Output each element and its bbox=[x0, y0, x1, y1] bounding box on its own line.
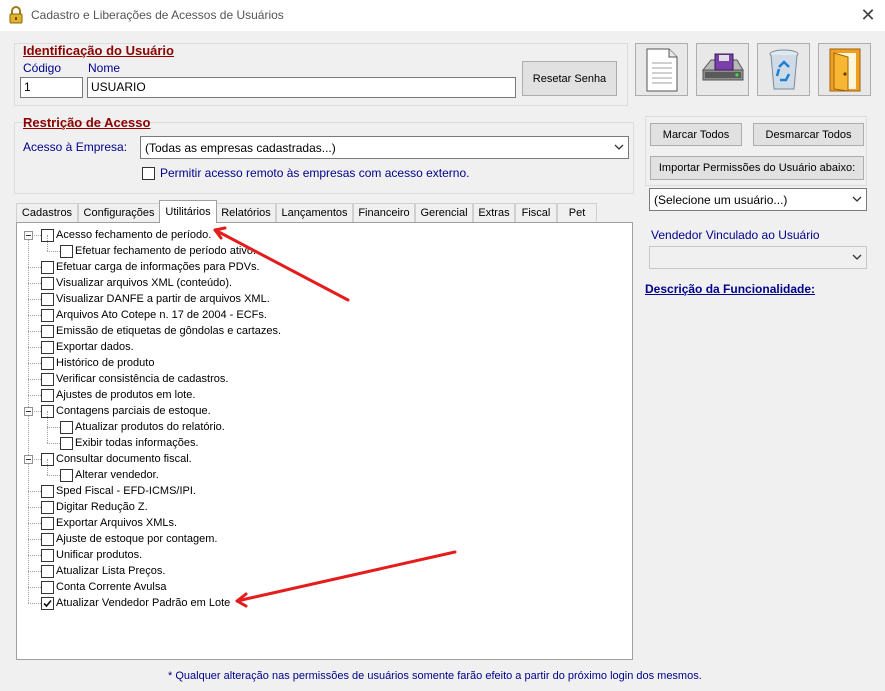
annotation-arrow bbox=[213, 226, 350, 302]
collapse-toggle[interactable] bbox=[24, 407, 33, 416]
annotation-arrow bbox=[235, 550, 457, 608]
collapse-toggle[interactable] bbox=[24, 231, 33, 240]
annotation-arrows bbox=[213, 226, 457, 608]
collapse-toggle[interactable] bbox=[24, 455, 33, 464]
tab-utilitarios[interactable]: Utilitários bbox=[159, 200, 217, 223]
